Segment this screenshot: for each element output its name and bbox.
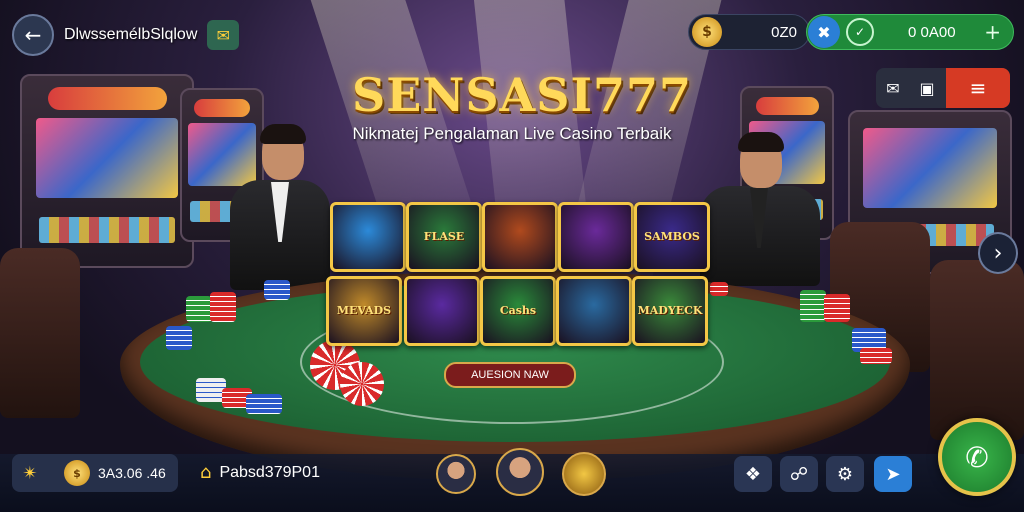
ticket-icon: ✴ [22,462,38,484]
game-tile-label: Cashs [499,303,537,317]
big-chip [340,362,384,406]
chip-stack [166,326,192,350]
chevron-right-icon: › [993,240,1003,266]
puzzle-icon: ❖ [744,463,762,485]
chat-button[interactable]: ✆ [938,418,1016,496]
logo-subtitle: Nikmatej Pengalaman Live Casino Terbaik [352,124,672,143]
gift-icon: ✉ [216,25,231,45]
mail-icon[interactable]: ✉ [876,68,910,108]
live-casino-lobby: FLASE SAMBOS MEVADS Cashs MADYECK SENSASI777… [0,0,1024,512]
game-tile-label: MADYECK [637,303,703,317]
gift-button[interactable]: ✉ [207,20,240,50]
game-tile[interactable]: Cashs [480,276,556,346]
game-tile[interactable] [556,276,632,346]
home-icon: ⌂ [200,462,212,483]
cash-icon: ✓ [846,18,874,46]
coin-balance[interactable]: $ 0Z0 [688,14,810,50]
avatar[interactable] [496,448,544,496]
add-funds-button[interactable]: + [984,20,1001,44]
chip-stack [210,292,236,322]
chip-stack [710,282,728,296]
balance-value: 3A3.06 .46 [98,465,166,481]
chat-icon: ✆ [965,440,989,474]
game-tile[interactable] [558,202,634,272]
chip-stack [246,394,282,414]
settings-button[interactable]: ⚙ [826,456,864,492]
game-tile[interactable]: FLASE [406,202,482,272]
game-tile[interactable] [482,202,558,272]
page-title: DlwssemélbSlqlow [64,26,198,43]
username: Pabsd379P01 [219,463,320,481]
cash-balance[interactable]: ✖ ✓ 0 0A00 + [806,14,1014,50]
chair-left [0,248,80,418]
game-tile[interactable]: MEVADS [326,276,402,346]
chair-far-right [930,260,1024,440]
user-info[interactable]: ⌂ Pabsd379P01 [200,462,320,483]
coin-icon: $ [64,460,90,486]
coin-value: 0Z0 [771,23,797,41]
chip-stack [264,280,290,300]
swap-icon[interactable]: ✖ [808,16,840,48]
game-tile[interactable] [330,202,406,272]
game-tile[interactable]: SAMBOS [634,202,710,272]
logo-title: SENSASI777 [352,68,692,122]
badge-avatar[interactable] [562,452,606,496]
puzzle-button[interactable]: ❖ [734,456,772,492]
brand-logo: SENSASI777 Nikmatej Pengalaman Live Casi… [352,68,692,144]
share-icon: ☍ [789,463,809,485]
avatar[interactable] [436,454,476,494]
send-button[interactable]: ➤ [874,456,912,492]
chip-stack [800,290,826,322]
chip-stack [824,294,850,322]
top-menu: ✉ ▣ ≡ [876,68,1010,108]
game-tile[interactable]: MADYECK [632,276,708,346]
hamburger-icon[interactable]: ≡ [946,68,1010,108]
back-arrow-icon: ← [24,23,42,47]
cash-value: 0 0A00 [908,23,956,41]
send-icon: ➤ [885,463,901,485]
back-button[interactable]: ← [12,14,54,56]
promo-button[interactable]: AUESION NAW [444,362,576,388]
camera-icon[interactable]: ▣ [910,68,944,108]
next-button[interactable]: › [978,232,1018,274]
slot-machine-left [20,74,194,268]
chip-stack [186,296,212,322]
game-tile-label: SAMBOS [644,229,700,243]
game-tile[interactable] [404,276,480,346]
gear-icon: ⚙ [836,463,854,485]
share-button[interactable]: ☍ [780,456,818,492]
chip-stack [860,348,892,364]
game-tile-label: MEVADS [336,303,392,317]
balance-panel[interactable]: ✴ $ 3A3.06 .46 [12,454,178,492]
coin-icon: $ [692,17,722,47]
game-tile-label: FLASE [423,229,465,243]
header: ← DlwssemélbSlqlow ✉ [12,14,240,56]
